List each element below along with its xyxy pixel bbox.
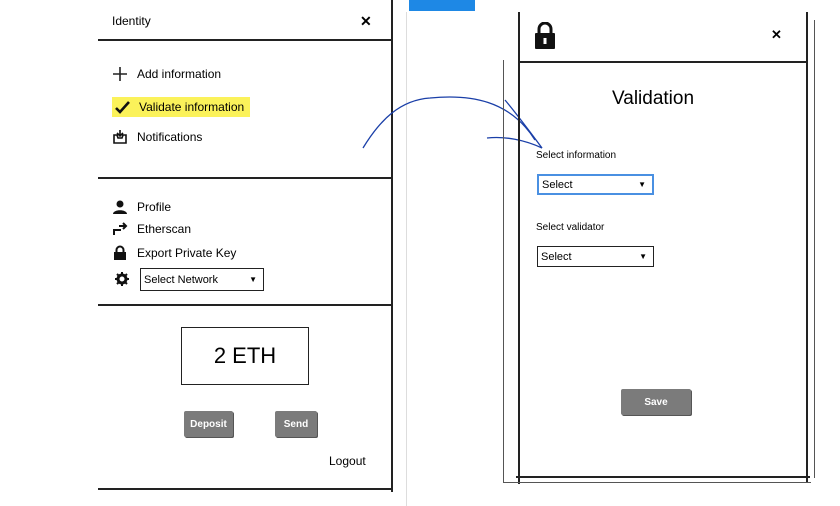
save-button[interactable]: Save	[621, 389, 691, 415]
select-validator-label: Select validator	[536, 222, 605, 233]
close-icon[interactable]: ✕	[771, 27, 782, 43]
panel-border	[814, 20, 815, 478]
validator-select-value: Select	[541, 250, 572, 263]
header-divider	[519, 61, 807, 63]
lock-icon	[534, 21, 556, 50]
chevron-down-icon: ▼	[639, 252, 647, 261]
information-select-value: Select	[542, 178, 573, 191]
information-select[interactable]: Select ▼	[537, 174, 654, 195]
panel-border	[503, 482, 811, 483]
page-title: Validation	[612, 88, 695, 109]
select-information-label: Select information	[536, 150, 617, 161]
validation-panel: ✕ Validation Select information Select ▼…	[500, 0, 816, 486]
panel-border	[516, 476, 810, 478]
chevron-down-icon: ▼	[638, 180, 646, 189]
panel-border	[503, 60, 504, 482]
panel-border	[518, 12, 520, 484]
validator-select[interactable]: Select ▼	[537, 246, 654, 267]
panel-border	[806, 12, 808, 482]
